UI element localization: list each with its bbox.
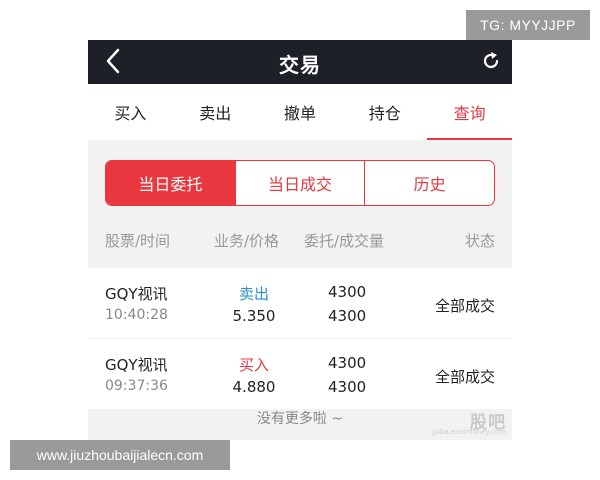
segment-today-orders[interactable]: 当日委托 (106, 161, 235, 205)
tab-cancel[interactable]: 撤单 (258, 84, 343, 140)
column-action-price: 业务/价格 (214, 232, 280, 250)
filled-quantity: 4300 (328, 378, 367, 396)
order-time: 09:37:36 (105, 378, 168, 394)
url-badge: www.jiuzhoubaijialecn.com (10, 440, 230, 470)
watermark-sub: guba.eastmoney.com (431, 428, 506, 436)
tab-positions[interactable]: 持仓 (342, 84, 427, 140)
column-header: 股票/时间 业务/价格 委托/成交量 状态 (88, 224, 512, 254)
order-action: 卖出 (238, 285, 269, 303)
trade-screen: 交易 买入 卖出 撤单 持仓 查询 当日委托 当日成交 历史 股票/时间 业务/… (88, 40, 512, 440)
column-order-filled: 委托/成交量 (304, 232, 385, 250)
order-row[interactable]: GQY视讯 10:40:28 卖出 5.350 4300 4300 全部成交 (88, 268, 512, 338)
order-quantity: 4300 (328, 283, 367, 301)
page-title: 交易 (279, 53, 321, 77)
order-quantity: 4300 (328, 354, 367, 372)
stock-name: GQY视讯 (105, 356, 168, 374)
order-action: 买入 (238, 356, 269, 374)
refresh-icon[interactable] (480, 50, 502, 72)
order-price: 5.350 (232, 307, 276, 325)
segment-history[interactable]: 历史 (364, 161, 494, 205)
tab-query[interactable]: 查询 (427, 84, 512, 140)
column-stock-time: 股票/时间 (105, 232, 171, 250)
order-time: 10:40:28 (105, 307, 168, 323)
tg-badge: TG: MYYJJPP (466, 10, 590, 40)
tab-sell[interactable]: 卖出 (173, 84, 258, 140)
segment-today-trades[interactable]: 当日成交 (234, 161, 365, 205)
filled-quantity: 4300 (328, 307, 367, 325)
order-price: 4.880 (232, 378, 276, 396)
column-status: 状态 (464, 232, 495, 250)
title-bar: 交易 (88, 40, 512, 84)
order-row[interactable]: GQY视讯 09:37:36 买入 4.880 4300 4300 全部成交 (88, 339, 512, 409)
query-segment-control: 当日委托 当日成交 历史 (105, 160, 495, 206)
stock-name: GQY视讯 (105, 285, 168, 303)
order-status: 全部成交 (434, 368, 495, 386)
tab-buy[interactable]: 买入 (88, 84, 173, 140)
order-status: 全部成交 (434, 297, 495, 315)
trade-tabs: 买入 卖出 撤单 持仓 查询 (88, 84, 512, 140)
